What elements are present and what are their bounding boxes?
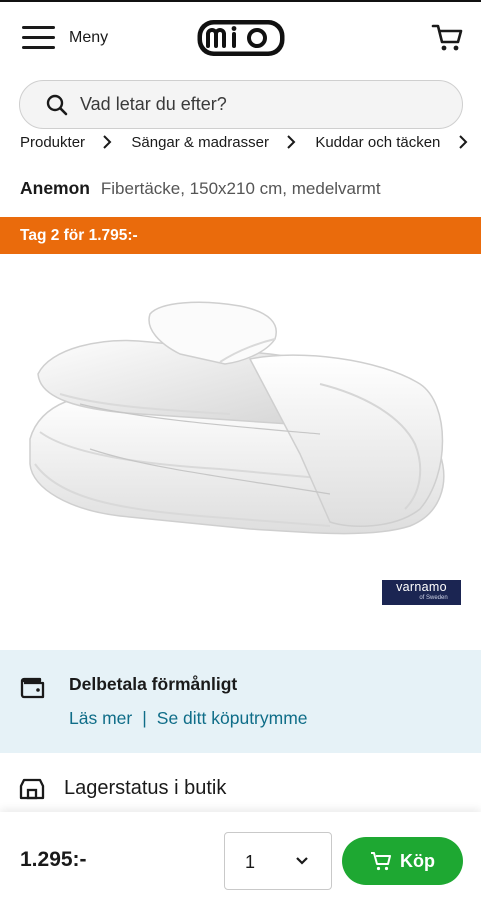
wallet-icon (20, 677, 45, 699)
finance-section (0, 650, 481, 753)
product-description: Fibertäcke, 150x210 cm, medelvarmt (100, 179, 381, 198)
hamburger-icon-line (22, 46, 55, 49)
finance-links: Läs mer | Se ditt köputrymme (69, 708, 308, 729)
supplier-logo: varnamo of Sweden (382, 580, 461, 605)
quantity-select[interactable]: 1 (224, 832, 332, 890)
hamburger-icon (22, 26, 55, 29)
store-icon (19, 778, 45, 800)
breadcrumb-item-sangar-madrasser[interactable]: Sängar & madrasser (131, 134, 269, 151)
read-more-link[interactable]: Läs mer (69, 708, 132, 728)
search-input[interactable] (80, 91, 440, 118)
breadcrumb-item-produkter[interactable]: Produkter (20, 134, 85, 151)
cart-icon[interactable] (430, 20, 464, 54)
buy-button-label: Köp (400, 851, 435, 871)
stock-status-label[interactable]: Lagerstatus i butik (64, 777, 226, 800)
finance-title: Delbetala förmånligt (69, 674, 238, 694)
cart-icon (371, 852, 391, 871)
purchase-space-link[interactable]: Se ditt köputrymme (157, 708, 308, 728)
buy-button[interactable]: Köp (342, 837, 463, 885)
link-divider: | (142, 708, 147, 728)
hamburger-icon-line (22, 36, 55, 39)
search-icon (46, 94, 68, 116)
menu-label[interactable]: Meny (69, 29, 108, 47)
promo-banner: Tag 2 för 1.795:- (0, 217, 481, 254)
chevron-down-icon (296, 857, 308, 865)
supplier-logo-subtext: of Sweden (419, 595, 448, 601)
quantity-value: 1 (245, 852, 256, 872)
product-price: 1.295:- (20, 848, 87, 871)
chevron-right-icon (287, 135, 296, 149)
menu-button[interactable] (22, 24, 58, 52)
breadcrumb: Produkter Sängar & madrasser Kuddar och … (20, 133, 481, 155)
chevron-right-icon (103, 135, 112, 149)
chevron-right-icon (458, 135, 467, 149)
product-brand: Anemon (20, 178, 90, 198)
search-bar[interactable] (19, 80, 463, 129)
breadcrumb-item-kuddar-tacken[interactable]: Kuddar och täcken (315, 134, 440, 151)
mio-logo[interactable] (196, 17, 286, 59)
product-title: Anemon Fibertäcke, 150x210 cm, medelvarm… (20, 178, 381, 199)
supplier-logo-text: varnamo (396, 580, 447, 594)
top-bar: Meny (0, 0, 481, 72)
